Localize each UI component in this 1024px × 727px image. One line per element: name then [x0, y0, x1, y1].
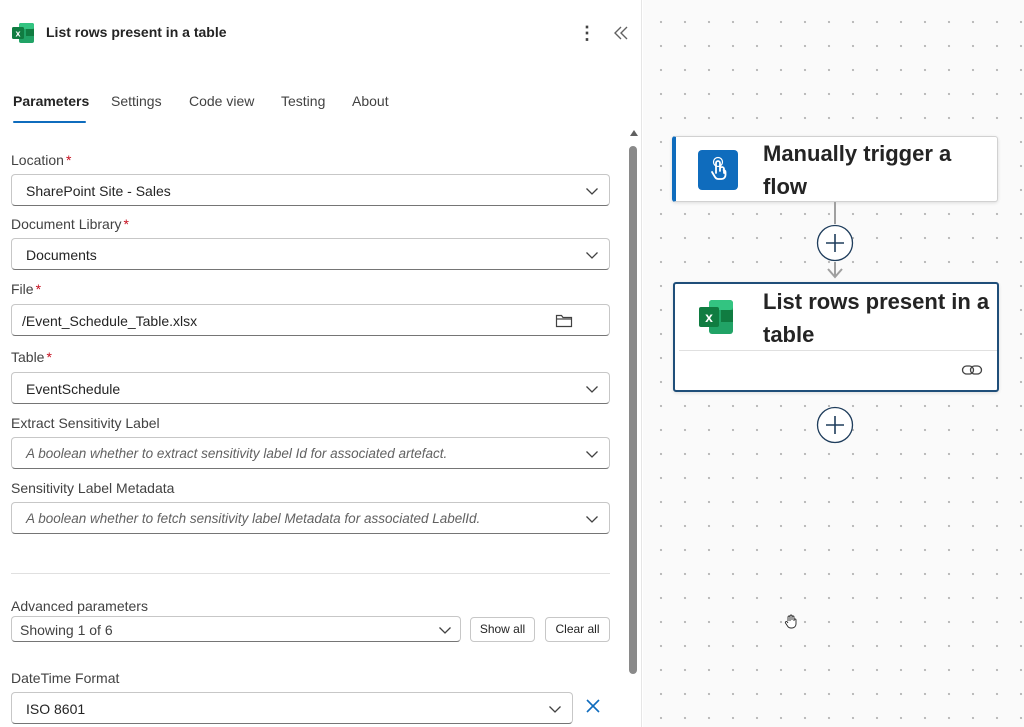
file-value: /Event_Schedule_Table.xlsx — [22, 313, 198, 329]
sensitivity-metadata-label: Sensitivity Label Metadata — [11, 480, 175, 496]
touch-icon — [698, 150, 738, 190]
chevron-down-icon — [439, 627, 451, 634]
file-label: File * — [11, 281, 42, 297]
doc-library-value: Documents — [26, 247, 97, 263]
panel-scrollbar[interactable] — [626, 128, 640, 727]
sensitivity-metadata-placeholder: A boolean whether to fetch sensitivity l… — [26, 511, 481, 526]
chevron-down-icon — [586, 451, 598, 458]
link-icon[interactable] — [961, 362, 983, 378]
svg-text:x: x — [705, 309, 713, 325]
doc-library-dropdown[interactable]: Documents — [11, 238, 610, 270]
plus-icon[interactable] — [816, 406, 854, 444]
excel-icon: x — [12, 23, 34, 43]
section-divider — [11, 573, 610, 574]
active-tab-indicator — [13, 121, 86, 123]
chevron-down-icon — [549, 706, 561, 713]
close-icon[interactable] — [583, 696, 603, 716]
location-label: Location * — [11, 152, 72, 168]
datetime-format-value: ISO 8601 — [26, 701, 86, 717]
location-value: SharePoint Site - Sales — [26, 183, 171, 199]
action-card[interactable]: x List rows present in a table — [673, 282, 999, 392]
chevron-down-icon — [586, 188, 598, 195]
tab-parameters[interactable]: Parameters — [13, 93, 89, 109]
more-options-button[interactable]: ⋮ — [578, 22, 596, 44]
action-card-title: List rows present in a table — [763, 289, 990, 347]
plus-icon[interactable] — [816, 224, 854, 262]
advanced-parameters-dropdown[interactable]: Showing 1 of 6 — [11, 616, 461, 642]
doc-library-label: Document Library * — [11, 216, 129, 232]
clear-all-button[interactable]: Clear all — [545, 617, 610, 642]
panel-title: List rows present in a table — [46, 24, 227, 40]
card-divider — [679, 350, 997, 351]
tab-code-view[interactable]: Code view — [189, 93, 254, 109]
chevron-down-icon — [586, 516, 598, 523]
action-details-panel: x List rows present in a table ⋮ Paramet… — [0, 0, 642, 727]
show-all-button[interactable]: Show all — [470, 617, 535, 642]
extract-sensitivity-dropdown[interactable]: A boolean whether to extract sensitivity… — [11, 437, 610, 469]
datetime-format-label: DateTime Format — [11, 670, 120, 686]
file-input[interactable]: /Event_Schedule_Table.xlsx — [11, 304, 610, 336]
excel-icon: x — [699, 300, 733, 334]
extract-sensitivity-label: Extract Sensitivity Label — [11, 415, 160, 431]
trigger-card-title: Manually trigger a flow — [763, 141, 952, 199]
location-dropdown[interactable]: SharePoint Site - Sales — [11, 174, 610, 206]
advanced-parameters-label: Advanced parameters — [11, 598, 148, 614]
arrow-down-icon — [827, 268, 843, 279]
advanced-showing-text: Showing 1 of 6 — [20, 622, 113, 638]
svg-text:x: x — [15, 29, 20, 39]
folder-icon[interactable] — [555, 313, 573, 329]
table-dropdown[interactable]: EventSchedule — [11, 372, 610, 404]
extract-sensitivity-placeholder: A boolean whether to extract sensitivity… — [26, 446, 448, 461]
tab-about[interactable]: About — [352, 93, 389, 109]
hand-cursor-icon — [784, 614, 797, 629]
tab-testing[interactable]: Testing — [281, 93, 325, 109]
collapse-icon[interactable] — [612, 22, 630, 44]
chevron-down-icon — [586, 386, 598, 393]
tab-list: Parameters Settings Code view Testing Ab… — [0, 88, 620, 124]
sensitivity-metadata-dropdown[interactable]: A boolean whether to fetch sensitivity l… — [11, 502, 610, 534]
table-label: Table * — [11, 349, 52, 365]
scroll-up-arrow[interactable] — [630, 130, 638, 136]
scroll-thumb[interactable] — [629, 146, 637, 674]
connector-line — [834, 202, 836, 224]
chevron-down-icon — [586, 252, 598, 259]
panel-header: x List rows present in a table ⋮ — [0, 0, 641, 64]
table-value: EventSchedule — [26, 381, 121, 397]
datetime-format-dropdown[interactable]: ISO 8601 — [11, 692, 573, 724]
tab-settings[interactable]: Settings — [111, 93, 162, 109]
trigger-card[interactable]: Manually trigger a flow — [672, 136, 998, 202]
